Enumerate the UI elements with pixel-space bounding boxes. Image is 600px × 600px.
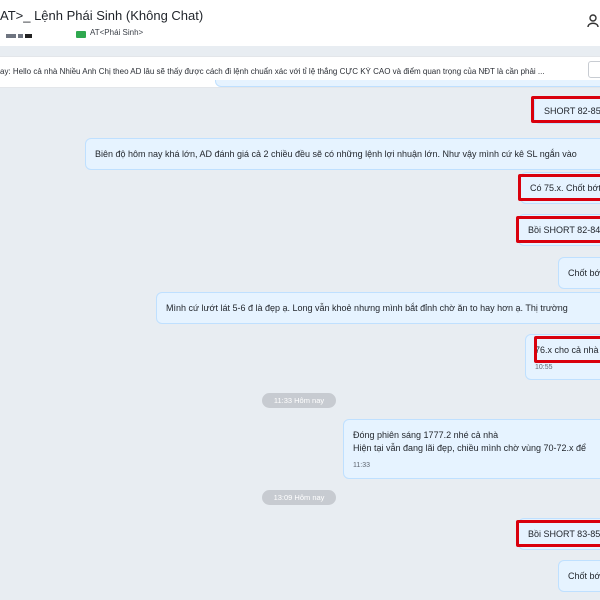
chat-title: AT>_ Lệnh Phái Sinh (Không Chat)	[0, 8, 204, 23]
time-separator: 13:09 Hôm nay	[262, 490, 336, 505]
highlight-box	[534, 336, 600, 363]
message-bubble	[215, 80, 600, 87]
member-avatar-placeholder	[6, 34, 16, 38]
pinned-message-text: ay: Hello cả nhà Nhiều Anh Chị theo AD l…	[0, 67, 545, 76]
message-time: 11:33	[353, 462, 370, 469]
message-text: Chốt bớt	[568, 268, 600, 278]
message-text: Đóng phiên sáng 1777.2 nhé cả nhà Hiện t…	[353, 429, 586, 455]
highlight-box	[518, 174, 600, 201]
chat-subtitle-row: AT<Phái Sinh>	[0, 28, 300, 40]
pinned-expand-button[interactable]	[588, 61, 600, 78]
member-avatar-placeholder	[18, 34, 23, 38]
message-bubble: Chốt bớt	[558, 257, 600, 289]
message-line: Hiện tại vẫn đang lãi đẹp, chiều mình ch…	[353, 443, 587, 453]
message-time: 10:55	[535, 364, 553, 371]
highlight-box	[516, 216, 600, 243]
highlight-box	[516, 520, 600, 547]
message-bubble: Biên độ hôm nay khá lớn, AD đánh giá cả …	[85, 138, 600, 170]
message-text: Chốt bớt	[568, 571, 600, 581]
time-separator: 11:33 Hôm nay	[262, 393, 336, 408]
message-text: Biên độ hôm nay khá lớn, AD đánh giá cả …	[95, 149, 577, 159]
member-avatar-placeholder	[25, 34, 32, 38]
label-tag-icon	[76, 31, 86, 38]
group-tag-label[interactable]: AT<Phái Sinh>	[90, 28, 143, 37]
message-bubble: Chốt bớt	[558, 560, 600, 592]
message-line: Đóng phiên sáng 1777.2 nhé cả nhà	[353, 430, 499, 440]
add-member-icon[interactable]	[587, 14, 600, 28]
chat-header: AT>_ Lệnh Phái Sinh (Không Chat) AT<Phái…	[0, 0, 600, 46]
message-text: Mình cứ lướt lát 5-6 đ là đẹp ạ. Long vẫ…	[166, 303, 568, 313]
highlight-box	[531, 96, 600, 123]
message-bubble: Mình cứ lướt lát 5-6 đ là đẹp ạ. Long vẫ…	[156, 292, 600, 324]
message-bubble: Đóng phiên sáng 1777.2 nhé cả nhà Hiện t…	[343, 419, 600, 479]
